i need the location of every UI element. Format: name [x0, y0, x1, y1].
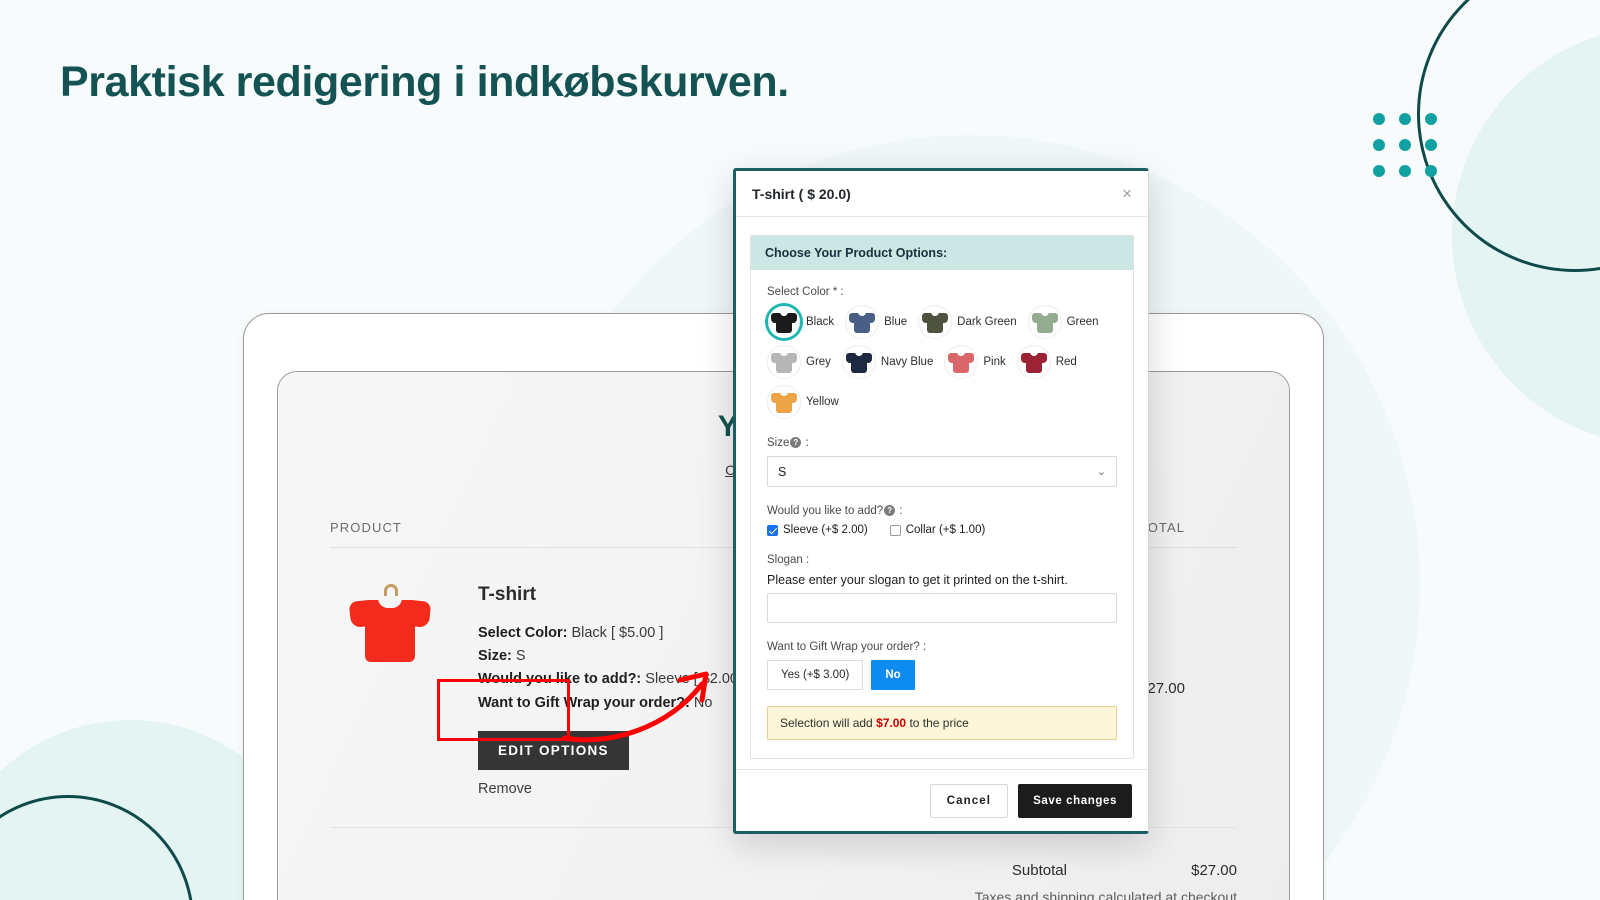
tshirt-swatch-icon: [771, 311, 797, 333]
property-label: Would you like to add?:: [478, 671, 642, 688]
color-option-label: Green: [1066, 316, 1099, 328]
chevron-down-icon: ⌄: [1096, 466, 1106, 478]
color-option-blue[interactable]: Blue: [845, 305, 914, 339]
price-alert-banner: Selection will add $7.00 to the price: [767, 706, 1117, 740]
color-option-navy-blue[interactable]: Navy Blue: [841, 345, 940, 379]
size-selected-value: S: [778, 464, 787, 479]
property-value: No: [689, 694, 713, 711]
tshirt-swatch-icon: [922, 311, 949, 333]
save-changes-button[interactable]: Save changes: [1018, 783, 1132, 818]
color-swatch[interactable]: [1016, 345, 1051, 379]
color-swatch[interactable]: [767, 385, 801, 419]
color-option-dark-green[interactable]: Dark Green: [918, 305, 1023, 339]
decoration-circle-outline-top-right: [1417, 0, 1600, 272]
color-swatch[interactable]: [845, 305, 880, 339]
color-swatch[interactable]: [767, 345, 801, 379]
tax-shipping-note: Taxes and shipping calculated at checkou…: [974, 888, 1237, 900]
color-option-label: Grey: [806, 356, 831, 368]
page-headline: Praktisk redigering i indkøbskurven.: [60, 58, 789, 106]
color-option-label: Black: [806, 316, 835, 328]
property-label: Size:: [478, 648, 512, 665]
color-swatch[interactable]: [767, 305, 801, 339]
select-color-label: Select Color * :: [767, 286, 844, 298]
color-option-label: Pink: [983, 356, 1006, 368]
color-option-grey[interactable]: Grey: [767, 345, 838, 379]
tshirt-swatch-icon: [771, 391, 797, 413]
giftwrap-button-group: Yes (+$ 3.00) No: [767, 660, 1117, 690]
options-card-body: Select Color * : Black Blue Dark Green Gree…: [751, 270, 1133, 758]
color-swatch-group: Black Blue Dark Green Green Grey Navy Blue Pin…: [767, 305, 1117, 419]
size-label-suffix: :: [802, 437, 809, 449]
price-alert-prefix: Selection will add: [780, 716, 873, 730]
property-value: S: [511, 648, 526, 665]
property-value: Sleeve [ $2.00 ]: [641, 671, 747, 688]
tshirt-swatch-icon: [845, 351, 872, 373]
addons-label-text: Would you like to add?: [767, 505, 884, 517]
subtotal-label: Subtotal: [1011, 861, 1067, 879]
color-option-red[interactable]: Red: [1016, 345, 1084, 379]
color-swatch[interactable]: [1027, 305, 1062, 339]
options-card-header: Choose Your Product Options:: [751, 236, 1133, 270]
modal-header: T-shirt ( $ 20.0) ×: [736, 171, 1148, 217]
property-value: Black [ $5.00 ]: [567, 625, 664, 641]
edit-options-button[interactable]: EDIT OPTIONS: [478, 730, 629, 770]
property-label: Select Color:: [478, 625, 568, 641]
addon-checkbox-sleeve[interactable]: Sleeve (+$ 2.00): [767, 524, 868, 536]
slogan-label: Slogan :: [767, 554, 810, 566]
product-options-modal: T-shirt ( $ 20.0) × Choose Your Product …: [733, 168, 1149, 834]
tshirt-swatch-icon: [771, 351, 797, 373]
slogan-input[interactable]: [767, 593, 1117, 623]
addon-checkbox-collar[interactable]: Collar (+$ 1.00): [889, 524, 986, 536]
price-alert-suffix: to the price: [909, 716, 969, 730]
price-alert-amount: $7.00: [876, 716, 907, 730]
color-option-label: Red: [1055, 356, 1077, 368]
color-option-label: Navy Blue: [880, 356, 934, 368]
checkbox-unchecked-icon[interactable]: [889, 524, 901, 536]
property-label: Want to Gift Wrap your order?:: [478, 694, 690, 711]
giftwrap-label: Want to Gift Wrap your order? :: [767, 641, 927, 653]
color-option-black[interactable]: Black: [767, 305, 841, 339]
tshirt-swatch-icon: [849, 311, 876, 333]
giftwrap-yes-button[interactable]: Yes (+$ 3.00): [767, 660, 864, 690]
tshirt-swatch-icon: [1020, 351, 1047, 373]
size-label-text: Size: [767, 437, 790, 449]
color-option-label: Blue: [884, 316, 908, 328]
subtotal-row: Subtotal $27.00: [833, 862, 1237, 879]
size-select[interactable]: S ⌄: [767, 456, 1117, 487]
options-card: Choose Your Product Options: Select Colo…: [750, 235, 1134, 759]
color-swatch[interactable]: [841, 345, 876, 379]
color-option-green[interactable]: Green: [1027, 305, 1106, 339]
color-swatch[interactable]: [918, 305, 953, 339]
addons-checkbox-group: Sleeve (+$ 2.00) Collar (+$ 1.00): [767, 524, 1117, 536]
color-option-yellow[interactable]: Yellow: [767, 385, 846, 419]
tshirt-icon: [348, 584, 432, 668]
modal-body: Choose Your Product Options: Select Colo…: [736, 217, 1148, 769]
giftwrap-no-button[interactable]: No: [871, 660, 915, 690]
page-stage: Praktisk redigering i indkøbskurven. You…: [0, 0, 1600, 900]
modal-footer: Cancel Save changes: [736, 769, 1148, 831]
checkbox-checked-icon[interactable]: [767, 524, 778, 536]
tshirt-swatch-icon: [948, 351, 975, 373]
color-option-label: Yellow: [806, 396, 839, 408]
color-option-label: Dark Green: [957, 316, 1017, 328]
help-icon[interactable]: ?: [790, 437, 802, 449]
help-icon[interactable]: ?: [884, 505, 896, 517]
column-header-product: PRODUCT: [330, 520, 402, 535]
size-label: Size? :: [767, 437, 1117, 449]
color-swatch[interactable]: [944, 345, 979, 379]
cart-summary: Subtotal $27.00 Taxes and shipping calcu…: [330, 828, 1237, 900]
addons-label-suffix: :: [896, 505, 903, 517]
modal-title: T-shirt ( $ 20.0): [752, 185, 851, 202]
subtotal-value: $27.00: [1191, 861, 1237, 879]
addons-label: Would you like to add?? :: [767, 505, 1117, 517]
slogan-hint: Please enter your slogan to get it print…: [767, 573, 1068, 587]
product-thumbnail: [330, 584, 450, 797]
decoration-dot-grid-icon: [1373, 113, 1437, 177]
addon-label: Sleeve (+$ 2.00): [783, 524, 868, 536]
cancel-button[interactable]: Cancel: [929, 783, 1009, 818]
color-option-pink[interactable]: Pink: [944, 345, 1012, 379]
addon-label: Collar (+$ 1.00): [905, 524, 986, 536]
tshirt-swatch-icon: [1031, 311, 1058, 333]
close-icon[interactable]: ×: [1122, 185, 1132, 202]
